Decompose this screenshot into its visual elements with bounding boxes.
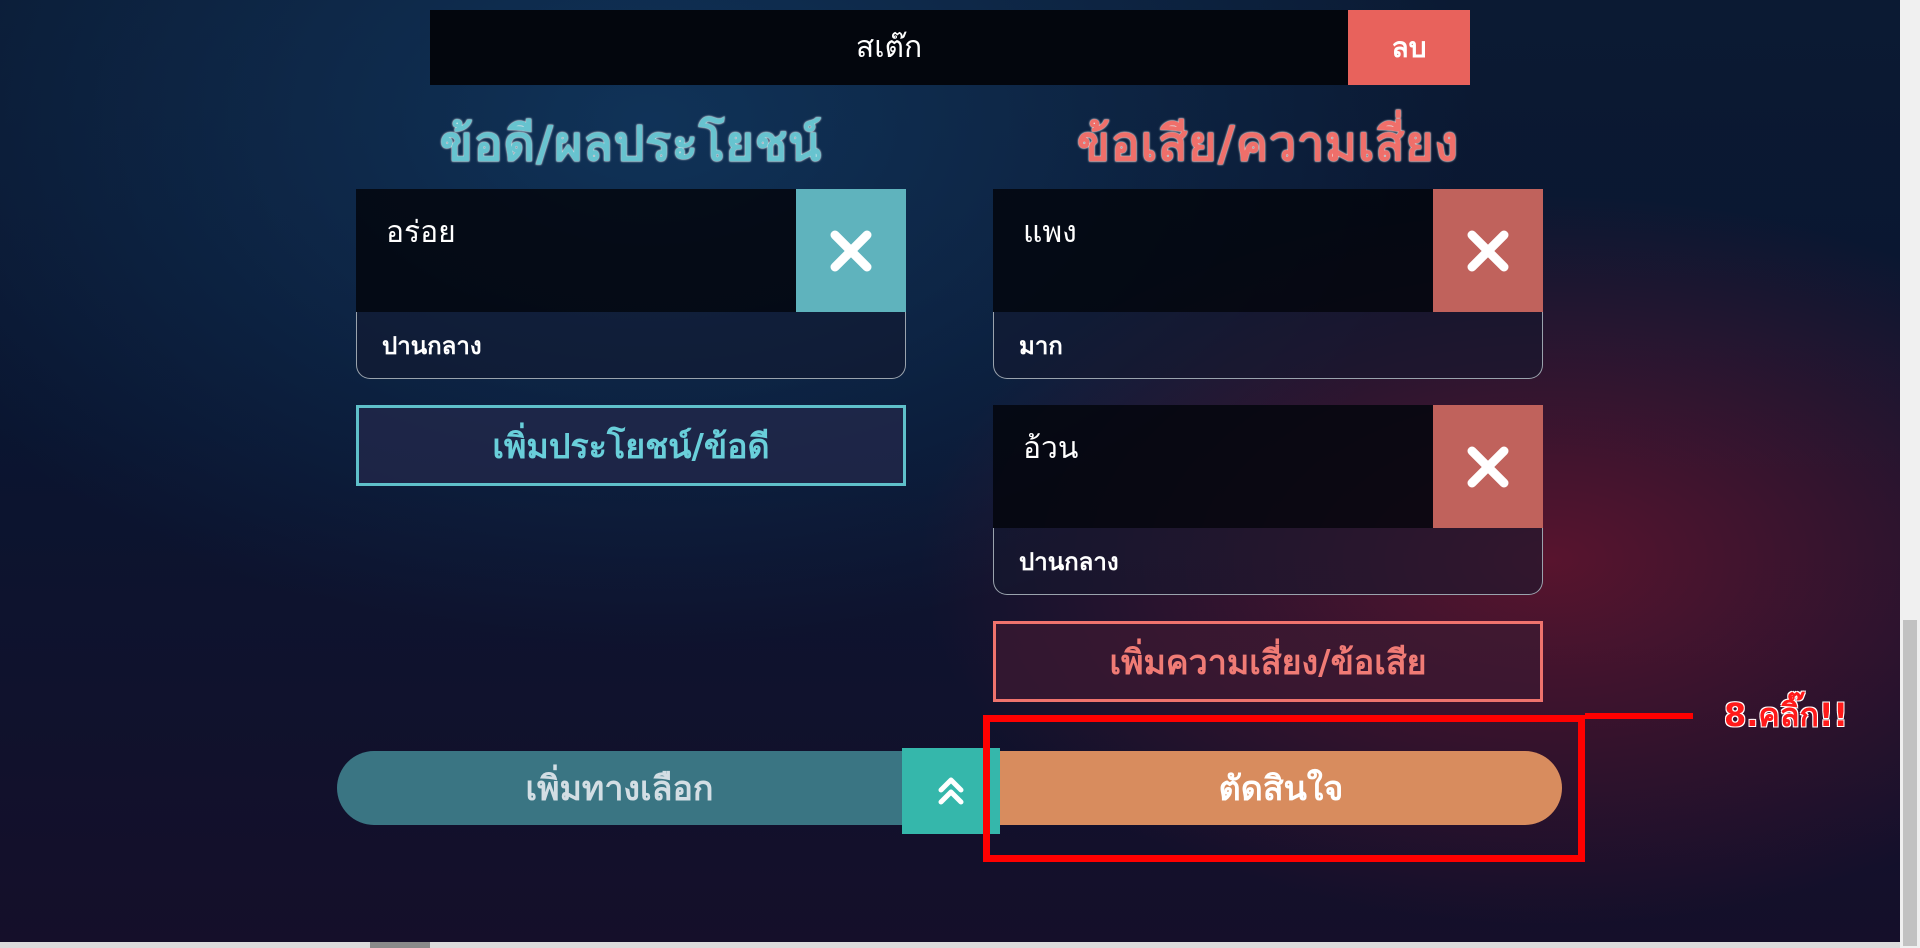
horizontal-scrollbar-thumb[interactable]	[370, 942, 430, 948]
horizontal-scrollbar[interactable]	[0, 942, 1900, 948]
annotation-pointer-line	[1585, 713, 1693, 719]
cons-heading: ข้อเสีย/ความเสี่ยง	[1077, 116, 1459, 172]
add-con-button[interactable]: เพิ่มความเสี่ยง/ข้อเสีย	[993, 621, 1543, 702]
scrollbar-thumb[interactable]	[1903, 620, 1917, 946]
con-item-level[interactable]: ปานกลาง	[993, 528, 1543, 595]
close-icon	[830, 230, 872, 271]
option-name-field[interactable]: สเต๊ก	[430, 10, 1348, 85]
close-icon	[1467, 230, 1509, 271]
pros-heading: ข้อดี/ผลประโยชน์	[439, 116, 823, 172]
con-item-text[interactable]: แพง	[993, 189, 1433, 312]
close-icon	[1467, 446, 1509, 487]
delete-option-button[interactable]: ลบ	[1348, 10, 1470, 85]
con-item-level[interactable]: มาก	[993, 312, 1543, 379]
con-item-text[interactable]: อ้วน	[993, 405, 1433, 528]
double-chevron-up-icon	[938, 777, 964, 805]
annotation-label: 8.คลิ๊ก!!	[1724, 696, 1848, 734]
remove-con-button[interactable]	[1433, 405, 1543, 528]
pro-item-level[interactable]: ปานกลาง	[356, 312, 906, 379]
pro-item-text[interactable]: อร่อย	[356, 189, 796, 312]
add-option-button[interactable]: เพิ่มทางเลือก	[337, 751, 902, 825]
add-pro-button[interactable]: เพิ่มประโยชน์/ข้อดี	[356, 405, 906, 486]
annotation-highlight-box	[983, 715, 1585, 862]
remove-pro-button[interactable]	[796, 189, 906, 312]
remove-con-button[interactable]	[1433, 189, 1543, 312]
